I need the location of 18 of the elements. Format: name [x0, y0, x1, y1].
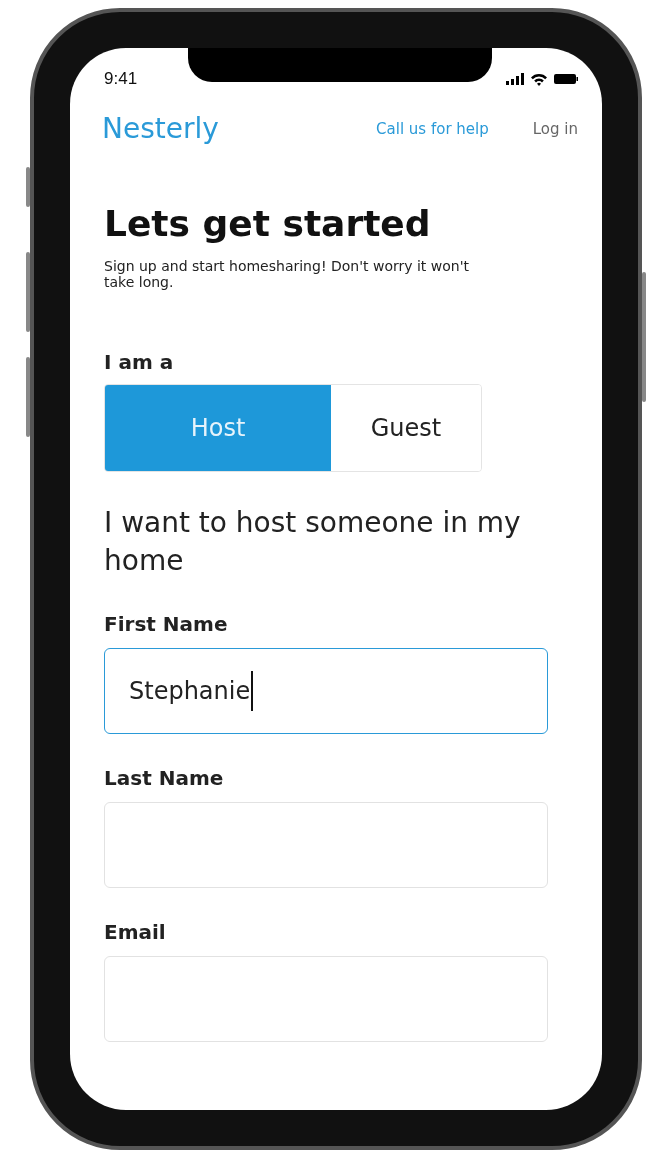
signal-icon [506, 73, 524, 85]
input-field[interactable] [104, 802, 548, 888]
battery-icon [554, 73, 578, 85]
field-label: I am a [104, 350, 174, 374]
nav-link[interactable]: Call us for help [376, 119, 489, 138]
role-description: I want to host someone in my home [104, 505, 522, 579]
field-label: First Name [104, 612, 228, 636]
input-field[interactable]: Stephanie [104, 648, 548, 734]
status-time: 9:41 [104, 69, 138, 89]
text-cursor [251, 671, 254, 711]
field-label: Last Name [104, 766, 224, 790]
input-field[interactable] [104, 956, 548, 1042]
page-subtitle: Sign up and start homesharing! Don't worry it won't take long. [104, 258, 471, 290]
page-title: Lets get started [104, 203, 431, 244]
app-logo[interactable]: Nesterly [102, 112, 219, 145]
nav-link[interactable]: Log in [532, 119, 578, 138]
wifi-icon [530, 72, 548, 86]
field-label: Email [104, 920, 166, 944]
